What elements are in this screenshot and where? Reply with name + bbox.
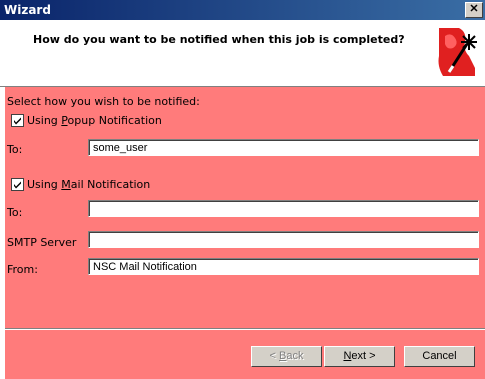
checkmark-icon (14, 181, 21, 189)
mail-to-field[interactable] (88, 200, 479, 217)
mail-label-prefix: Using (27, 178, 62, 191)
button-separator (5, 328, 485, 330)
back-label-suffix: ack (286, 350, 304, 362)
cancel-button[interactable]: Cancel (404, 346, 475, 367)
mail-label-suffix: ail Notification (70, 178, 151, 191)
smtp-server-label: SMTP Server (7, 236, 77, 249)
popup-notification-checkbox[interactable] (11, 114, 24, 127)
popup-to-field[interactable]: some_user (88, 139, 479, 156)
wizard-body: Select how you wish to be notified: Usin… (5, 87, 485, 379)
wizard-wand-icon (437, 26, 477, 78)
popup-label-suffix: opup Notification (67, 114, 162, 127)
popup-notification-label[interactable]: Using Popup Notification (27, 114, 162, 127)
header-question: How do you want to be notified when this… (33, 33, 405, 46)
mail-to-label: To: (7, 206, 23, 219)
from-field[interactable]: NSC Mail Notification (88, 258, 479, 275)
next-label-suffix: ext > (351, 350, 376, 362)
smtp-server-field[interactable] (88, 231, 479, 248)
back-button[interactable]: < Back (251, 346, 322, 367)
back-label-prefix: < (269, 350, 279, 362)
wizard-window: Wizard ✕ How do you want to be notified … (0, 0, 485, 379)
wizard-header: How do you want to be notified when this… (0, 20, 485, 87)
close-button[interactable]: ✕ (465, 2, 483, 18)
popup-label-prefix: Using (27, 114, 62, 127)
mail-label-hotkey: M (61, 178, 71, 191)
mail-notification-label[interactable]: Using Mail Notification (27, 178, 150, 191)
title-bar[interactable]: Wizard ✕ (0, 0, 485, 20)
next-button[interactable]: Next > (324, 346, 395, 367)
popup-to-label: To: (7, 143, 23, 156)
close-icon: ✕ (469, 3, 479, 15)
checkmark-icon (14, 117, 21, 125)
mail-notification-checkbox[interactable] (11, 178, 24, 191)
window-title: Wizard (4, 3, 51, 17)
from-label: From: (7, 263, 38, 276)
notify-intro-label: Select how you wish to be notified: (7, 95, 200, 108)
